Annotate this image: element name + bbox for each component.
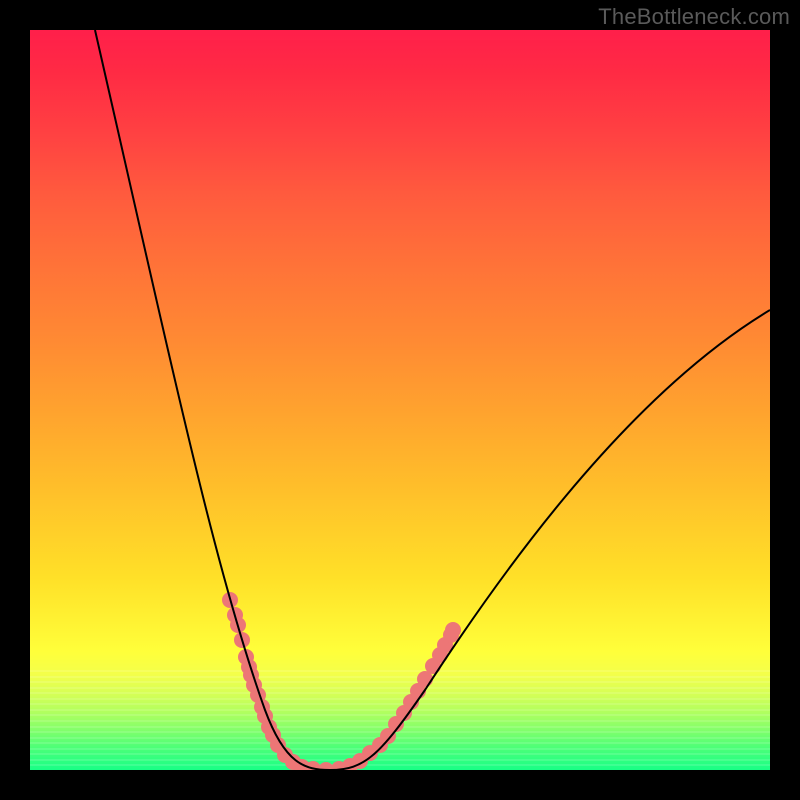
- overlay-dot-series: [222, 592, 461, 770]
- watermark-text: TheBottleneck.com: [598, 4, 790, 30]
- chart-frame: TheBottleneck.com: [0, 0, 800, 800]
- chart-svg-layer: [30, 30, 770, 770]
- overlay-dot: [445, 622, 461, 638]
